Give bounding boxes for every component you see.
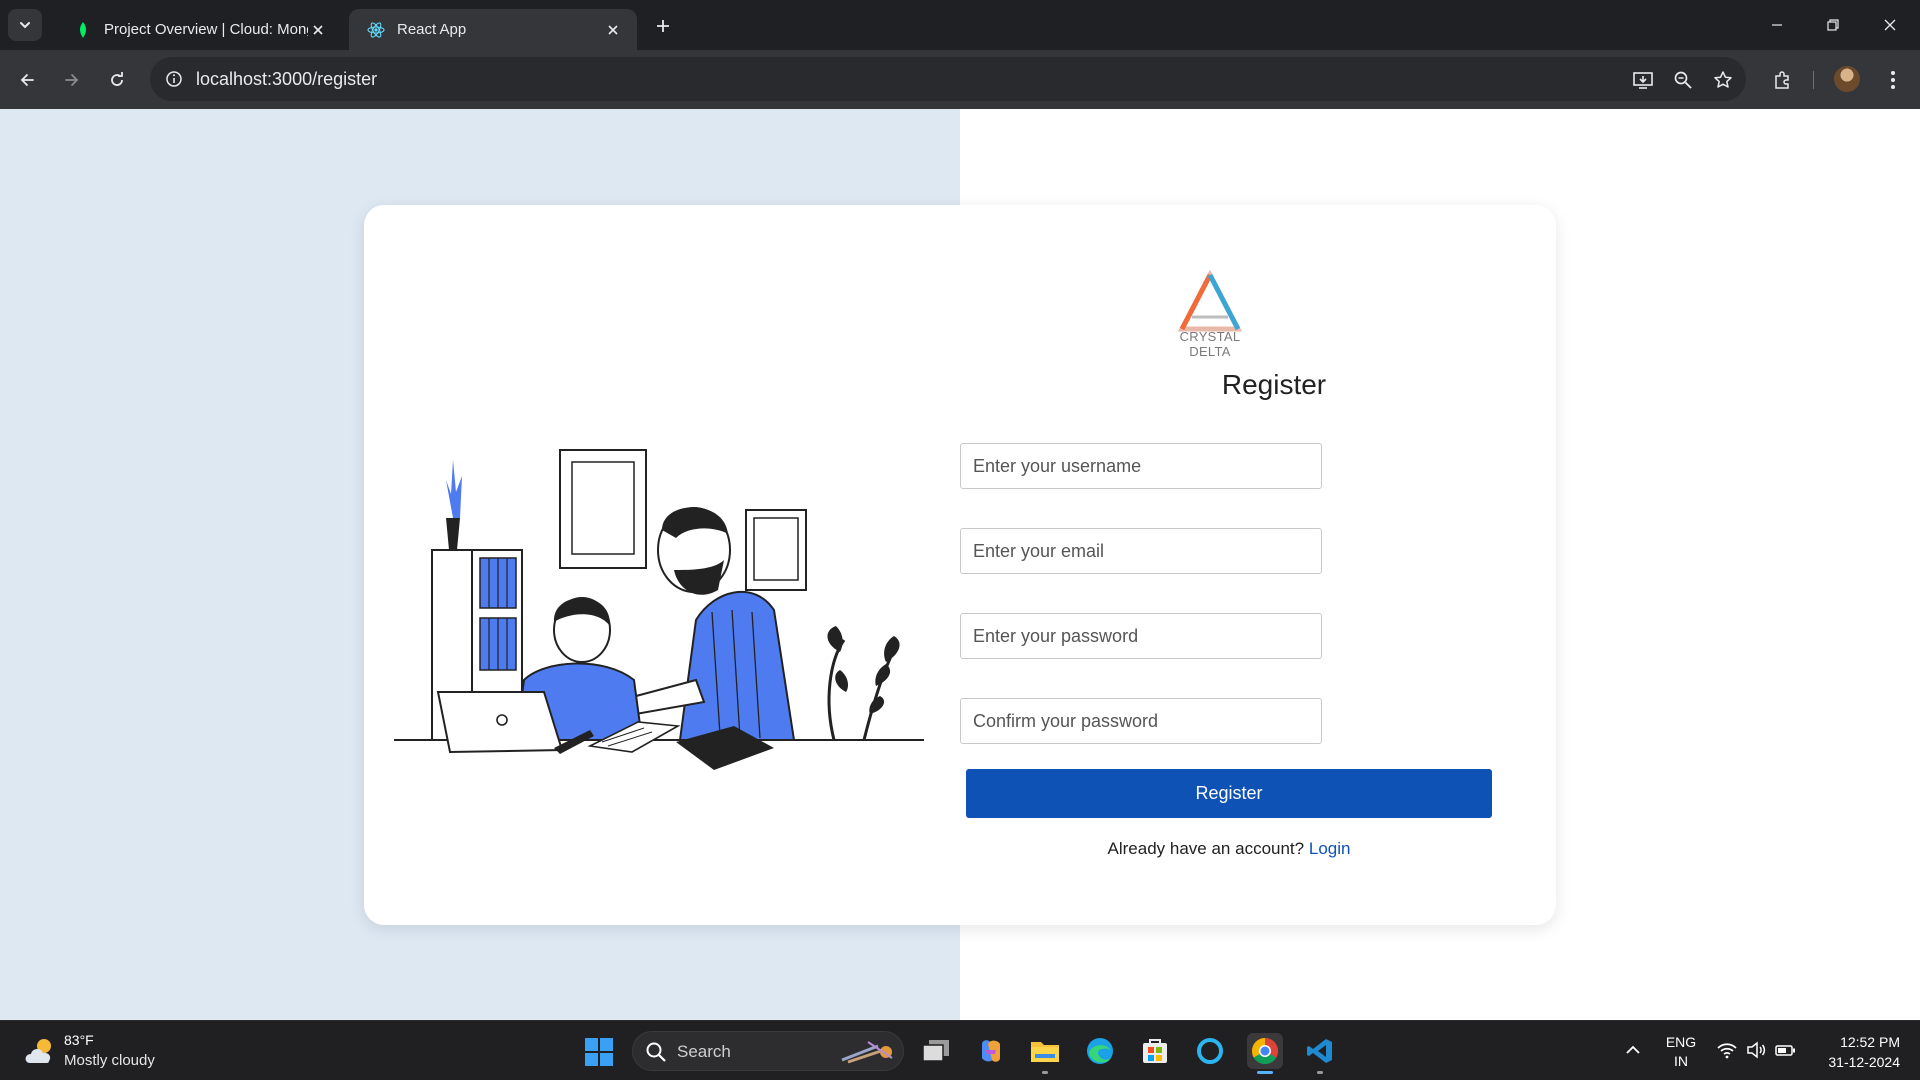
chevron-up-icon[interactable] [1622,1039,1644,1061]
minimize-button[interactable] [1760,10,1794,40]
system-clock[interactable]: 12:52 PM 31-12-2024 [1810,1032,1900,1072]
file-explorer-icon[interactable] [1027,1033,1063,1074]
wifi-icon[interactable] [1716,1039,1738,1061]
plus-icon [657,20,669,32]
restore-icon [1827,19,1839,31]
language-code: ENG [1665,1034,1697,1050]
login-prompt: Already have an account? Login [964,839,1494,859]
login-link[interactable]: Login [1309,839,1351,858]
arrow-right-icon [65,74,79,86]
search-icon [646,1042,666,1062]
forward-button[interactable] [57,65,87,95]
login-prompt-text: Already have an account? [1107,839,1305,858]
extensions-icon[interactable] [1767,65,1797,95]
weather-temperature[interactable]: 83°F [64,1032,94,1048]
browser-toolbar: localhost:3000/register [0,50,1920,109]
battery-icon[interactable] [1774,1039,1796,1061]
mongodb-leaf-icon [74,21,92,39]
arrow-left-icon [20,74,34,86]
logo-text: CRYSTAL DELTA [1179,329,1241,359]
close-icon [1884,19,1896,31]
new-tab-button[interactable] [650,13,676,39]
register-button[interactable]: Register [966,769,1492,818]
edge-icon[interactable] [1082,1033,1118,1069]
copilot-icon[interactable] [973,1033,1009,1069]
zoom-icon[interactable] [1670,67,1696,93]
confirm-password-input[interactable] [960,698,1322,744]
taskbar-search-box[interactable]: Search [632,1031,904,1071]
register-card: CRYSTAL DELTA Register Register Already … [364,205,1556,925]
language-indicator[interactable]: ENG IN [1660,1033,1702,1071]
tab-title: Project Overview | Cloud: Mong [104,21,308,38]
back-button[interactable] [12,65,42,95]
react-icon [367,21,385,39]
close-icon[interactable] [308,20,328,40]
clock-date: 31-12-2024 [1828,1054,1900,1070]
volume-icon[interactable] [1745,1039,1767,1061]
menu-dots-icon[interactable] [1878,65,1908,95]
microsoft-store-icon[interactable] [1137,1033,1173,1069]
address-bar[interactable]: localhost:3000/register [150,57,1746,101]
email-input[interactable] [960,528,1322,574]
windows-start-icon[interactable] [583,1036,615,1068]
search-label: Search [677,1042,731,1061]
tab-react-app[interactable]: React App [349,9,637,50]
chevron-down-icon [20,22,30,29]
profile-avatar[interactable] [1834,66,1860,92]
weather-description[interactable]: Mostly cloudy [64,1052,155,1069]
restore-button[interactable] [1816,10,1850,40]
tab-title: React App [397,21,467,38]
minimize-icon [1772,24,1782,26]
reload-icon [111,72,123,86]
task-view-icon[interactable] [918,1033,954,1069]
region-code: IN [1674,1053,1688,1069]
clock-time: 12:52 PM [1840,1034,1900,1050]
page-title: Register [1221,369,1327,400]
page-viewport: CRYSTAL DELTA Register Register Already … [0,109,1920,1020]
bookmark-star-icon[interactable] [1710,67,1736,93]
cortana-icon[interactable] [1192,1033,1228,1069]
close-window-button[interactable] [1873,10,1907,40]
toolbar-separator [1813,71,1814,89]
browser-tab-strip: Project Overview | Cloud: Mong React App [0,0,1920,50]
close-icon[interactable] [603,20,623,40]
site-info-icon[interactable] [160,65,188,93]
install-app-icon[interactable] [1630,67,1656,93]
tab-project-overview[interactable]: Project Overview | Cloud: Mong [56,9,342,50]
search-highlight-icon [841,1041,893,1064]
reload-button[interactable] [102,65,132,95]
url-text[interactable]: localhost:3000/register [196,69,377,90]
vscode-icon[interactable] [1302,1033,1338,1074]
chrome-icon[interactable] [1247,1033,1283,1074]
tab-search-button[interactable] [8,9,42,41]
windows-taskbar: 83°F Mostly cloudy Search ENG IN 12:52 P… [0,1020,1920,1080]
tutoring-illustration [394,449,924,770]
username-input[interactable] [960,443,1322,489]
cloudy-weather-icon[interactable] [22,1035,58,1067]
password-input[interactable] [960,613,1322,659]
